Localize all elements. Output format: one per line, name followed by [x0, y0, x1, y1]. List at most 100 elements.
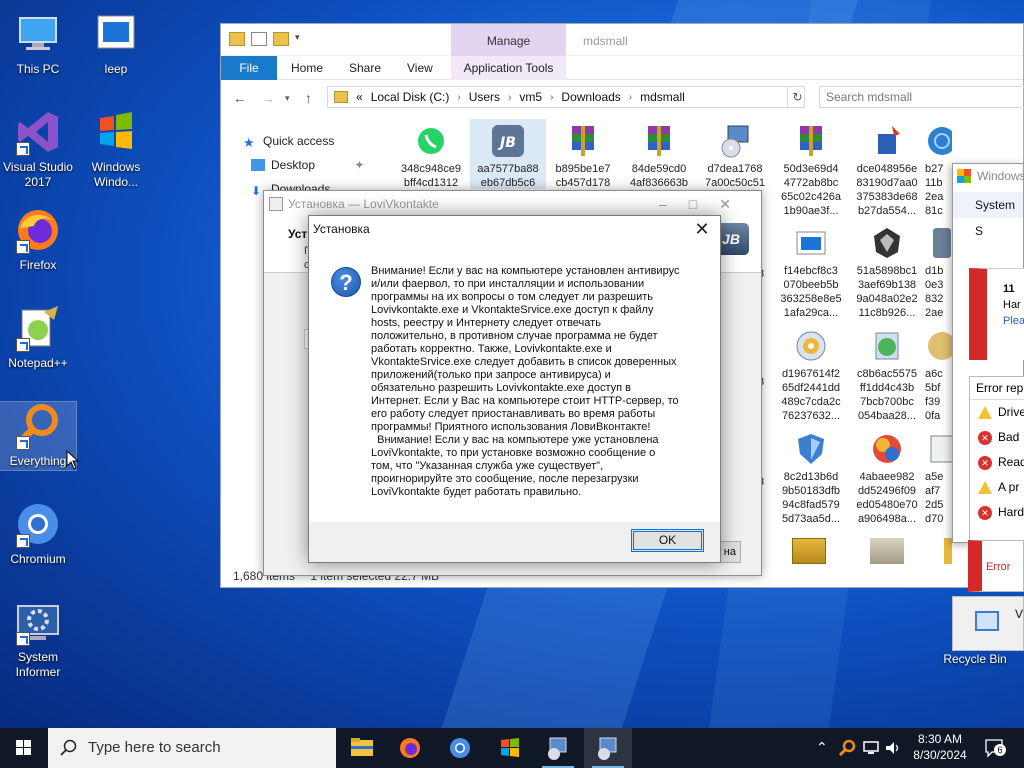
file-name: 489c7cda2c [781, 396, 841, 408]
desktop-icon-leep[interactable]: leep [78, 10, 154, 77]
tab-file[interactable]: File [221, 56, 277, 80]
system-informer-icon [14, 598, 62, 646]
file-name: 65c02c426a [781, 191, 841, 203]
tab-home[interactable]: Home [281, 56, 333, 80]
tab-application-tools[interactable]: Application Tools [451, 56, 566, 80]
notification-center-button[interactable]: 6 [984, 738, 1006, 758]
desktop-icon-visual-studio[interactable]: Visual Studio 2017 [0, 108, 76, 190]
question-icon: ? [331, 267, 361, 297]
everything-tray-icon[interactable] [838, 739, 856, 757]
file-item[interactable]: 50d3e69d4 4772ab8bc 65c02c426a 1b90ae3f.… [773, 124, 849, 218]
taskbar-file-explorer[interactable] [338, 728, 386, 768]
file-item[interactable]: d7dea1768 7a00c50c51 [697, 124, 773, 190]
taskbar-installer-2[interactable] [584, 728, 632, 768]
file-item[interactable]: 4abaee982 dd52496f09 ed05480e70 a906498a… [849, 432, 925, 526]
dialog-titlebar: Установка ✕ [309, 216, 720, 242]
show-hidden-icons-icon[interactable]: ⌃ [816, 739, 828, 756]
speaker-icon[interactable] [884, 739, 902, 757]
file-name: 50d3e69d4 [783, 163, 839, 175]
start-button[interactable] [0, 728, 48, 768]
error-row[interactable]: ✕ Hard [970, 500, 1024, 525]
ok-button[interactable]: OK [631, 529, 704, 552]
clock[interactable]: 8:30 AM 8/30/2024 [908, 731, 972, 763]
file-name: 83190d7aa0 [856, 177, 918, 189]
search-input[interactable]: Search mdsmall [819, 86, 1024, 108]
breadcrumb-item[interactable]: Users [469, 90, 500, 104]
bottom-popup[interactable]: V [952, 596, 1024, 651]
alert-count: 11 [1003, 283, 1015, 295]
window-controls[interactable]: –□✕ [659, 191, 753, 217]
new-folder-icon[interactable] [273, 32, 289, 46]
alert-link[interactable]: Plea [987, 311, 1024, 327]
address-bar[interactable]: « Local Disk (C:) › Users › vm5 › Downloads… [327, 86, 805, 108]
file-item[interactable]: 348c948ce9 bff4cd1312 [393, 124, 469, 190]
archive-icon[interactable] [792, 538, 826, 564]
archive-icon[interactable] [944, 538, 952, 564]
error-row[interactable]: A pr [970, 475, 1024, 500]
error-row[interactable]: ✕ Bad [970, 425, 1024, 450]
forward-arrow-icon[interactable]: → [261, 90, 275, 106]
tab-share[interactable]: Share [339, 56, 391, 80]
file-item[interactable]: 84de59cd0 4af836663b [621, 124, 697, 190]
ribbon-tabs: File Home Share View Application Tools [221, 56, 1023, 80]
warning-dialog[interactable]: Установка ✕ ? Внимание! Если у вас на ко… [308, 215, 721, 563]
clock-date: 8/30/2024 [913, 748, 967, 762]
file-item[interactable]: c8b6ac5575 ff1dd4c43b 7bcb700bc 054baa28… [849, 329, 925, 423]
file-item[interactable]: b895be1e7 cb457d178 [545, 124, 621, 190]
network-icon[interactable] [862, 739, 880, 757]
chromium-icon [450, 738, 470, 758]
file-item[interactable]: f14ebcf8c3 070beeb5b 363258e8e5 1afa29ca… [773, 226, 849, 320]
file-item[interactable]: a5e af7 2d5 d70 [925, 432, 952, 526]
taskbar-windows-app[interactable] [486, 728, 534, 768]
desktop-icon-notepadpp[interactable]: Notepad++ [0, 304, 76, 371]
error-row[interactable]: Drive [970, 400, 1024, 425]
breadcrumb-item[interactable]: Local Disk (C:) [371, 90, 450, 104]
error-row[interactable]: ✕ Read [970, 450, 1024, 475]
taskbar-firefox[interactable] [386, 728, 434, 768]
window-title: mdsmall [583, 34, 628, 48]
file-name: 7bcb700bc [860, 396, 914, 408]
tab-manage[interactable]: Manage [451, 24, 566, 56]
file-item[interactable]: d1b 0e3 832 2ae [925, 226, 952, 320]
folder-icon[interactable] [229, 32, 245, 46]
folder-icon [334, 91, 348, 103]
tab-view[interactable]: View [397, 56, 443, 80]
breadcrumb-item[interactable]: vm5 [519, 90, 542, 104]
back-arrow-icon[interactable]: ← [233, 90, 247, 106]
desktop-icon-firefox[interactable]: Firefox [0, 206, 76, 273]
tools-icon[interactable] [870, 538, 904, 564]
file-name: 348c948ce9 [401, 163, 461, 175]
taskbar-search-input[interactable]: Type here to search [48, 728, 336, 768]
up-arrow-icon[interactable]: ↑ [305, 90, 312, 106]
file-item[interactable]: dce048956e 83190d7aa0 375383de68 b27da55… [849, 124, 925, 218]
desktop-icon-system-informer[interactable]: System Informer [0, 598, 76, 680]
file-item[interactable]: 8c2d13b6d 9b50183dfb 94c8fad579 5d73aa5d… [773, 432, 849, 526]
error-popup[interactable]: Error [968, 540, 1024, 592]
breadcrumb-overflow[interactable]: « [356, 90, 363, 104]
file-name: 4772ab8bc [783, 177, 839, 189]
properties-icon[interactable] [251, 32, 267, 46]
nav-label: Quick access [263, 134, 335, 148]
nav-quick-access[interactable]: ★ Quick access [243, 134, 335, 150]
chevron-down-icon[interactable]: ▾ [295, 32, 300, 46]
desktop-icon-chromium[interactable]: Chromium [0, 500, 76, 567]
taskbar-chromium[interactable] [436, 728, 484, 768]
desktop-icon-this-pc[interactable]: This PC [0, 10, 76, 77]
file-item-selected[interactable]: JB aa7577ba88 eb67db5c6 [470, 119, 546, 189]
breadcrumb-item[interactable]: Downloads [561, 90, 620, 104]
file-item[interactable]: 51a5898bc1 3aef69b138 9a048a02e2 11c8b92… [849, 226, 925, 320]
refresh-icon[interactable]: ↻ [787, 86, 807, 108]
nav-desktop[interactable]: Desktop ✦ [251, 158, 364, 172]
desktop-icon-windows[interactable]: Windows Windo... [78, 108, 154, 190]
windows-error-window[interactable]: Windows System S 11 Har Plea Error rep D… [952, 163, 1024, 546]
file-item[interactable]: a6c 5bf f39 0fa [925, 329, 952, 423]
recent-chevron-icon[interactable]: ▾ [285, 93, 290, 104]
file-item[interactable]: d1967614f2 65df2441dd 489c7cda2c 7623763… [773, 329, 849, 423]
error-popup-label: Error [986, 561, 1011, 573]
desktop-icon-everything[interactable]: Everything [0, 401, 77, 471]
file-item[interactable]: b27 11b 2ea 81c [925, 124, 952, 218]
taskbar-installer-1[interactable] [534, 728, 582, 768]
breadcrumb-item[interactable]: mdsmall [640, 90, 685, 104]
disc-icon [794, 329, 828, 363]
close-icon[interactable]: ✕ [692, 216, 712, 242]
